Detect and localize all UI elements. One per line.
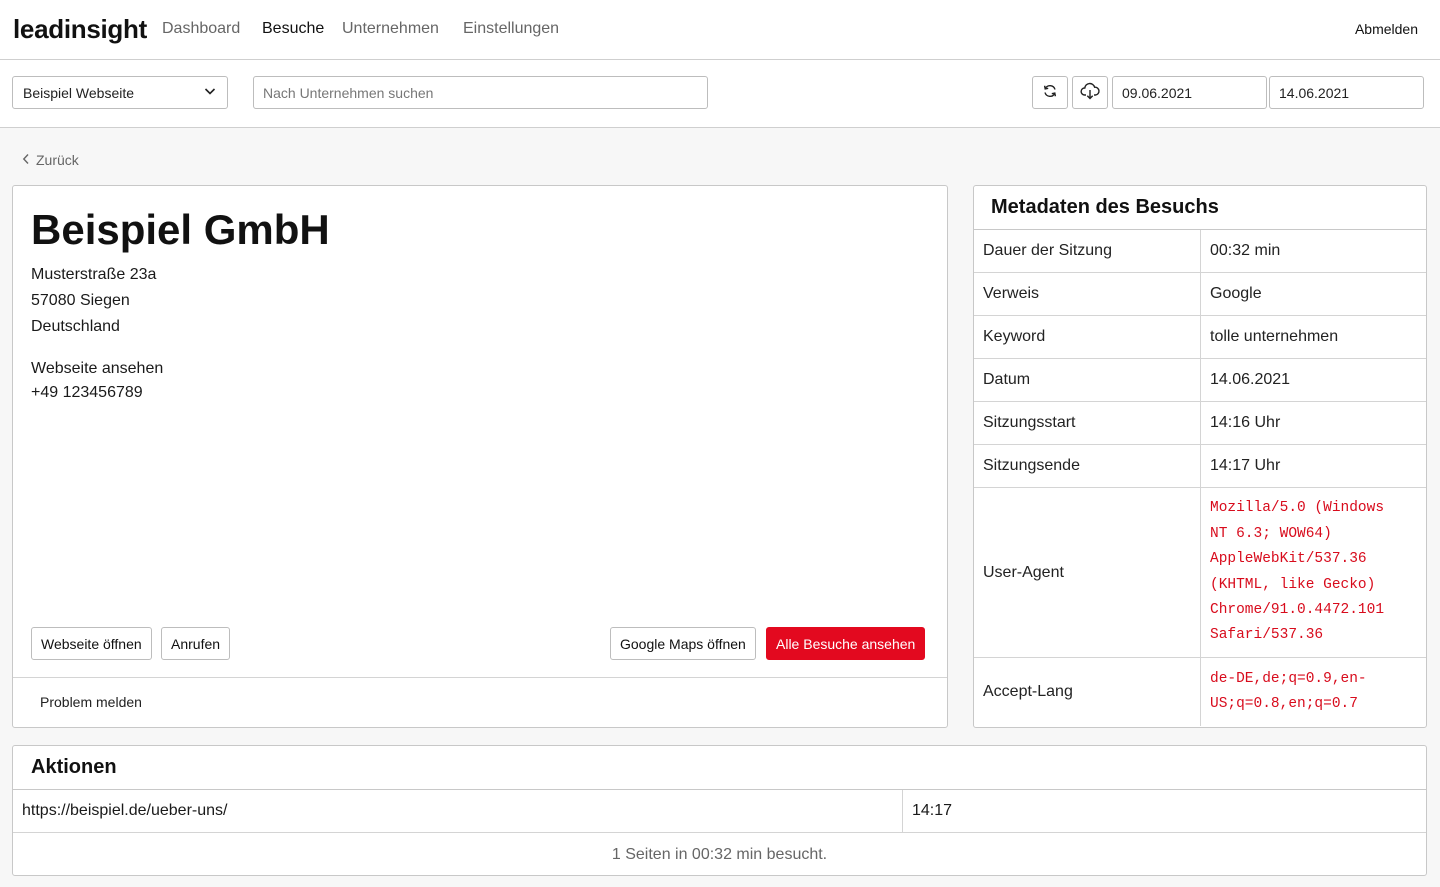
- meta-key: Sitzungsende: [974, 445, 1201, 487]
- top-navigation: leadinsight Dashboard Besuche Unternehme…: [0, 0, 1440, 60]
- date-from-input[interactable]: 09.06.2021: [1112, 76, 1267, 109]
- actions-summary: 1 Seiten in 00:32 min besucht.: [611, 845, 828, 863]
- open-website-button[interactable]: Webseite öffnen: [31, 627, 152, 660]
- refresh-icon: [1042, 83, 1058, 102]
- actions-panel: Aktionen https://beispiel.de/ueber-uns/ …: [12, 745, 1427, 876]
- metadata-title: Metadaten des Besuchs: [974, 186, 1426, 230]
- download-button[interactable]: [1072, 76, 1108, 109]
- website-link[interactable]: Webseite ansehen: [31, 360, 163, 378]
- call-button[interactable]: Anrufen: [161, 627, 231, 660]
- meta-key: Sitzungsstart: [974, 402, 1201, 444]
- meta-key: Accept-Lang: [974, 658, 1201, 726]
- cloud-download-icon: [1080, 82, 1100, 103]
- meta-value: 14:16 Uhr: [1210, 414, 1281, 431]
- company-street: Musterstraße 23a: [31, 266, 157, 283]
- meta-row-duration: Dauer der Sitzung 00:32 min: [974, 230, 1426, 273]
- refresh-button[interactable]: [1032, 76, 1068, 109]
- meta-key: Dauer der Sitzung: [974, 230, 1201, 272]
- back-label: Zurück: [36, 152, 79, 168]
- app-logo[interactable]: leadinsight: [13, 14, 147, 45]
- nav-dashboard[interactable]: Dashboard: [162, 20, 240, 38]
- website-select-value: Beispiel Webseite: [23, 84, 135, 101]
- meta-key: User-Agent: [974, 488, 1201, 657]
- report-problem-link[interactable]: Problem melden: [40, 694, 142, 710]
- google-maps-button[interactable]: Google Maps öffnen: [610, 627, 756, 660]
- meta-row-referrer: Verweis Google: [974, 273, 1426, 316]
- toolbar: Beispiel Webseite 09.06.2021 14.06.2021: [0, 60, 1440, 128]
- table-row: https://beispiel.de/ueber-uns/ 14:17: [13, 790, 1426, 833]
- meta-value: 14:17 Uhr: [1210, 457, 1281, 474]
- action-url[interactable]: https://beispiel.de/ueber-uns/: [13, 790, 903, 832]
- meta-row-date: Datum 14.06.2021: [974, 359, 1426, 402]
- meta-row-accept-lang: Accept-Lang de-DE,de;q=0.9,en- US;q=0.8,…: [974, 658, 1426, 726]
- meta-value: Google: [1210, 285, 1262, 302]
- chevron-left-icon: [22, 152, 30, 168]
- meta-key: Keyword: [974, 316, 1201, 358]
- meta-value: tolle unternehmen: [1210, 328, 1339, 345]
- accept-lang-value: de-DE,de;q=0.9,en- US;q=0.8,en;q=0.7: [1210, 670, 1367, 712]
- action-time: 14:17: [912, 802, 953, 819]
- company-panel: Beispiel GmbH Musterstraße 23a 57080 Sie…: [12, 185, 948, 728]
- meta-row-user-agent: User-Agent Mozilla/5.0 (Windows NT 6.3; …: [974, 488, 1426, 658]
- meta-value: 14.06.2021: [1210, 371, 1291, 388]
- back-link[interactable]: Zurück: [22, 152, 79, 168]
- company-name: Beispiel GmbH: [31, 206, 330, 253]
- company-search-input[interactable]: [253, 76, 708, 109]
- meta-row-session-end: Sitzungsende 14:17 Uhr: [974, 445, 1426, 488]
- meta-key: Datum: [974, 359, 1201, 401]
- panel-footer: Problem melden: [13, 677, 947, 728]
- company-country: Deutschland: [31, 318, 120, 335]
- nav-einstellungen[interactable]: Einstellungen: [463, 20, 559, 38]
- visit-metadata-panel: Metadaten des Besuchs Dauer der Sitzung …: [973, 185, 1427, 728]
- actions-title: Aktionen: [13, 746, 1426, 790]
- chevron-down-icon: [203, 84, 217, 101]
- meta-row-session-start: Sitzungsstart 14:16 Uhr: [974, 402, 1426, 445]
- phone-link[interactable]: +49 123456789: [31, 384, 143, 402]
- date-to-input[interactable]: 14.06.2021: [1269, 76, 1424, 109]
- all-visits-button[interactable]: Alle Besuche ansehen: [766, 627, 926, 660]
- logout-link[interactable]: Abmelden: [1355, 21, 1418, 37]
- meta-row-keyword: Keyword tolle unternehmen: [974, 316, 1426, 359]
- meta-key: Verweis: [974, 273, 1201, 315]
- nav-unternehmen[interactable]: Unternehmen: [342, 20, 439, 38]
- nav-besuche[interactable]: Besuche: [262, 20, 324, 38]
- website-select[interactable]: Beispiel Webseite: [12, 76, 228, 109]
- meta-value: 00:32 min: [1210, 242, 1281, 259]
- company-city: 57080 Siegen: [31, 292, 130, 309]
- user-agent-value: Mozilla/5.0 (Windows NT 6.3; WOW64) Appl…: [1210, 500, 1385, 644]
